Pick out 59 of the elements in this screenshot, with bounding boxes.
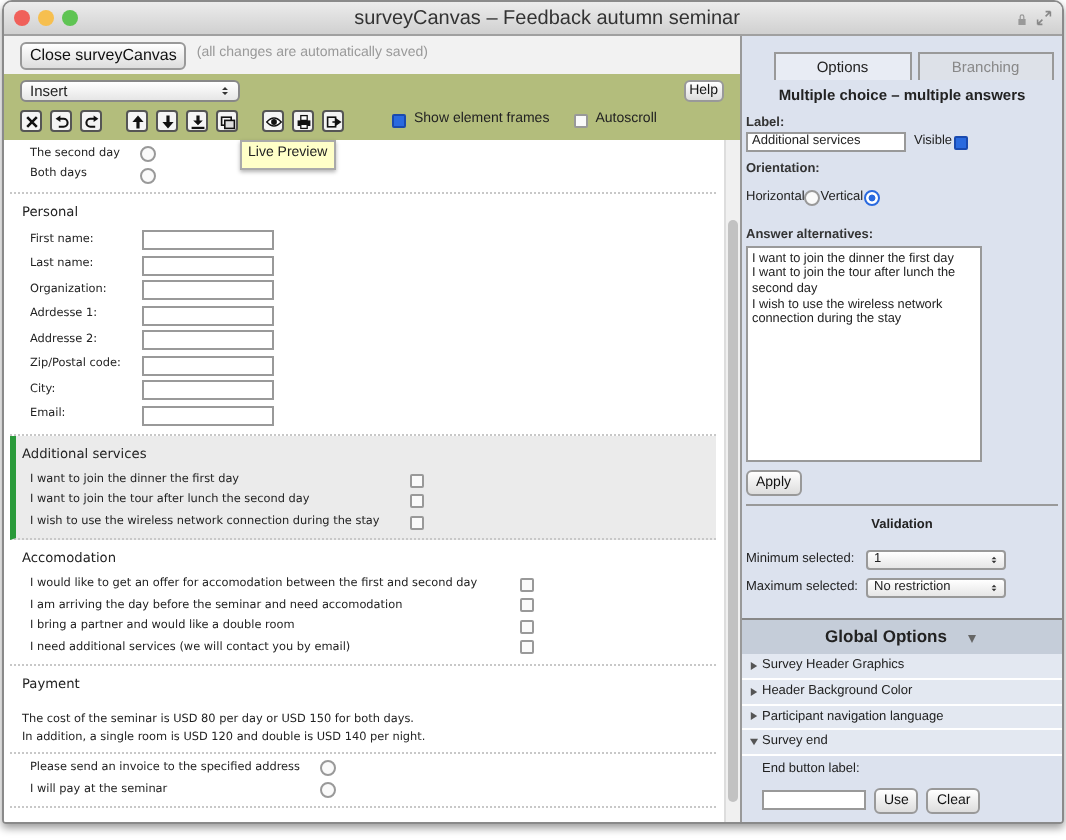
checkbox[interactable] (392, 114, 406, 128)
scrollbar[interactable] (724, 140, 740, 822)
undo-icon (53, 113, 69, 129)
printer-button[interactable] (292, 110, 314, 132)
export-button[interactable] (322, 110, 344, 132)
input-field[interactable] (142, 230, 274, 251)
checkbox[interactable] (410, 494, 424, 509)
checkbox[interactable] (520, 577, 534, 592)
lock-icon[interactable] (1016, 11, 1028, 25)
close-button[interactable]: Close surveyCanvas (20, 41, 187, 69)
input-field[interactable] (142, 280, 274, 301)
checkbox[interactable] (573, 114, 588, 128)
download-icon (189, 113, 205, 129)
undo-button[interactable] (50, 110, 72, 132)
checkbox[interactable] (410, 515, 424, 530)
fullscreen-icon[interactable] (1036, 10, 1052, 26)
updown-caret-icon (990, 554, 998, 567)
triangle-right-icon (750, 687, 758, 696)
duplicate-button[interactable] (216, 110, 238, 132)
updown-caret-icon (990, 582, 998, 595)
radio-button[interactable] (320, 760, 336, 777)
input-field[interactable] (142, 355, 274, 376)
redo-button[interactable] (80, 110, 102, 132)
delete-button[interactable] (20, 110, 42, 132)
arrow-down-icon (159, 113, 175, 129)
checkbox[interactable] (410, 473, 424, 488)
duplicate-icon (219, 113, 235, 129)
triangle-down-icon (750, 738, 758, 747)
export-icon (325, 113, 341, 129)
checkbox[interactable] (520, 640, 534, 655)
checkbox[interactable] (954, 135, 969, 150)
input-field[interactable] (142, 330, 274, 351)
window-title: surveyCanvas – Feedback autumn seminar (352, 5, 742, 33)
radio-button[interactable] (140, 167, 156, 184)
arrow-up-icon (129, 113, 145, 129)
radio-button[interactable] (140, 146, 156, 163)
arrow-down-button[interactable] (156, 110, 178, 132)
input-field[interactable] (142, 255, 274, 276)
input-field[interactable] (142, 305, 274, 326)
radio-button[interactable] (804, 189, 821, 206)
redo-icon (83, 113, 99, 129)
radio-button[interactable] (320, 781, 336, 798)
radio-button[interactable] (863, 189, 880, 206)
arrow-up-button[interactable] (126, 110, 148, 132)
checkbox[interactable] (520, 598, 534, 613)
input-field[interactable] (142, 405, 274, 426)
triangle-right-icon (750, 712, 758, 721)
download-button[interactable] (186, 110, 208, 132)
eye-icon (265, 113, 281, 129)
updown-caret-icon (220, 84, 230, 98)
delete-icon (23, 113, 39, 129)
input-field[interactable] (762, 790, 866, 811)
input-field[interactable] (142, 380, 274, 401)
section-title: Global Options (825, 626, 947, 647)
checkbox[interactable] (520, 619, 534, 634)
eye-button[interactable] (262, 110, 284, 132)
printer-icon (295, 113, 311, 129)
triangle-right-icon (750, 661, 758, 670)
triangle-down-icon (966, 633, 979, 643)
